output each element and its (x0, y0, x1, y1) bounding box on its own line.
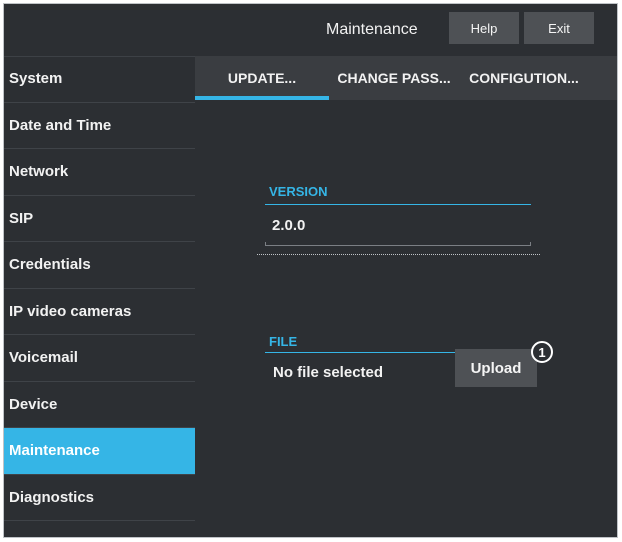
file-label-line (265, 352, 455, 353)
tab-change-password[interactable]: CHANGE PASS... (329, 56, 459, 100)
sidebar-item-maintenance[interactable]: Maintenance (4, 428, 195, 475)
page-title: Maintenance (326, 21, 418, 38)
app-window: Maintenance Help Exit System Date and Ti… (3, 3, 618, 538)
callout-marker: 1 (531, 341, 553, 363)
version-field-underline (265, 242, 531, 246)
version-label-line (265, 204, 531, 205)
header-bar: Maintenance Help Exit (4, 4, 617, 57)
sidebar-item-network[interactable]: Network (4, 149, 195, 196)
tab-bar: UPDATE... CHANGE PASS... CONFIGUTION... (195, 56, 617, 100)
sidebar-item-credentials[interactable]: Credentials (4, 242, 195, 289)
sidebar-item-voicemail[interactable]: Voicemail (4, 335, 195, 382)
file-status: No file selected (273, 364, 384, 381)
tab-update[interactable]: UPDATE... (195, 56, 329, 100)
upload-button[interactable]: Upload (455, 349, 537, 387)
exit-button[interactable]: Exit (524, 12, 594, 44)
section-divider (257, 254, 540, 255)
version-label: VERSION (269, 184, 328, 199)
sidebar-item-date-and-time[interactable]: Date and Time (4, 103, 195, 149)
sidebar: System Date and Time Network SIP Credent… (4, 56, 195, 521)
sidebar-item-diagnostics[interactable]: Diagnostics (4, 475, 195, 521)
tab-configuration[interactable]: CONFIGUTION... (459, 56, 589, 100)
sidebar-item-ip-video-cameras[interactable]: IP video cameras (4, 289, 195, 335)
file-label: FILE (269, 334, 298, 349)
help-button[interactable]: Help (449, 12, 519, 44)
sidebar-item-sip[interactable]: SIP (4, 196, 195, 242)
version-value: 2.0.0 (272, 217, 306, 234)
sidebar-item-device[interactable]: Device (4, 382, 195, 428)
sidebar-item-system[interactable]: System (4, 56, 195, 103)
